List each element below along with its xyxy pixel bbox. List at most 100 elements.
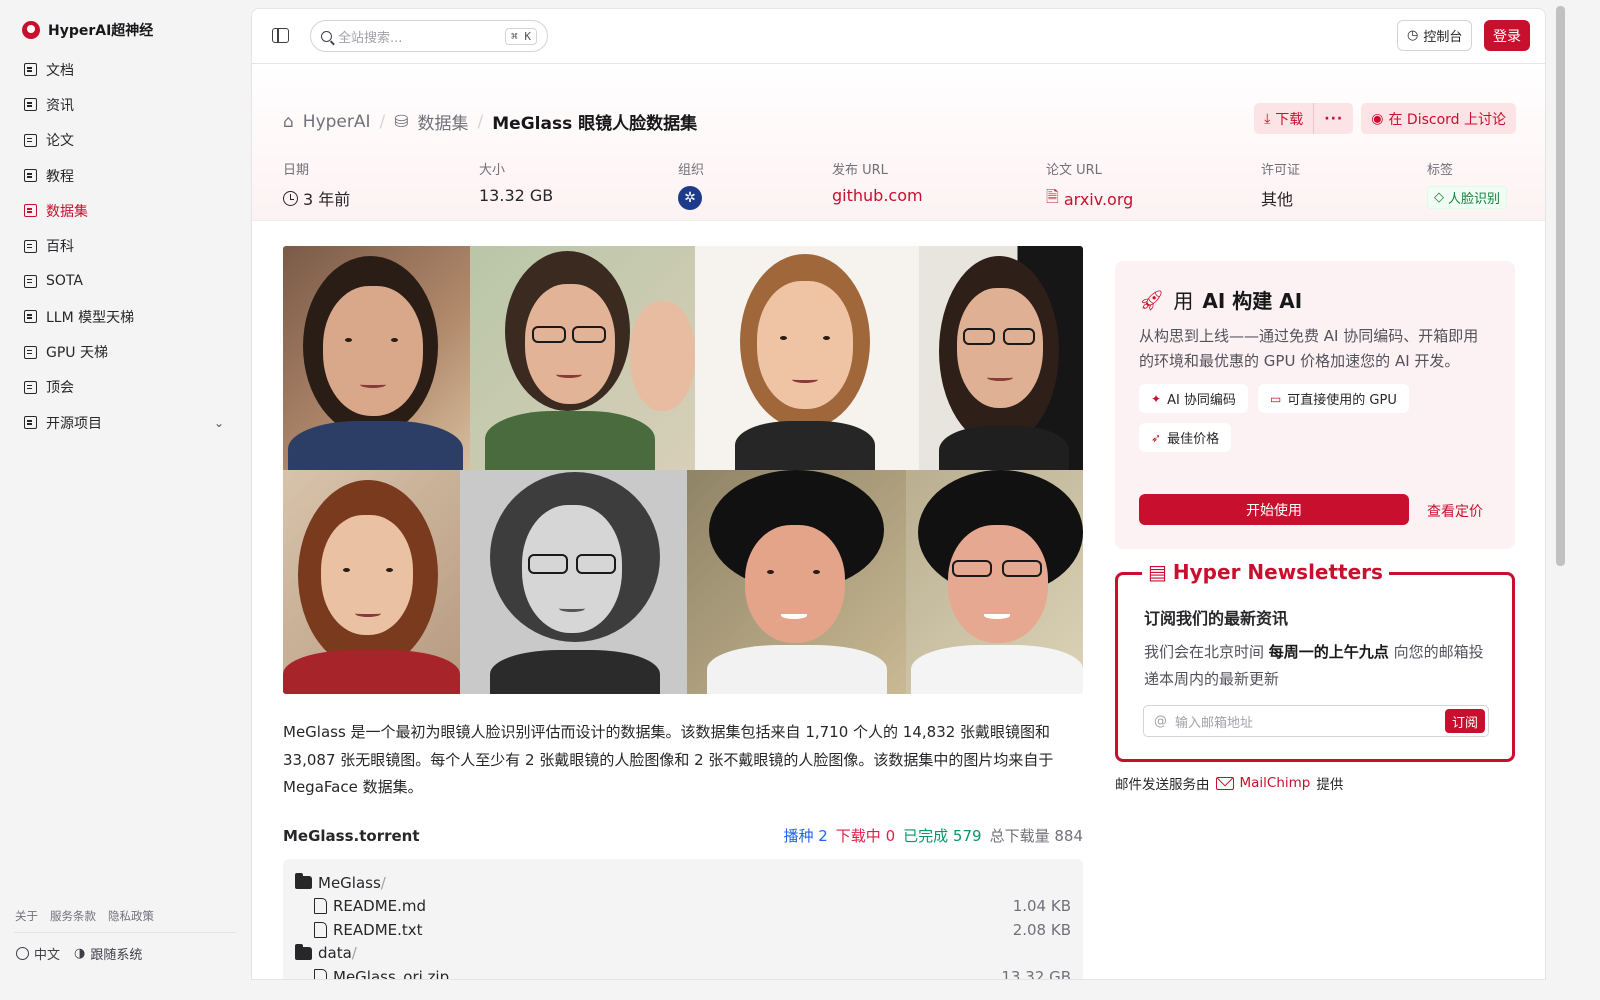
newsletter-title: ▤ Hyper Newsletters bbox=[1142, 560, 1389, 584]
pricing-link[interactable]: 查看定价 bbox=[1427, 501, 1483, 521]
home-icon: ⌂ bbox=[283, 111, 294, 132]
mailchimp-link[interactable]: MailChimp bbox=[1215, 775, 1311, 791]
clock-icon bbox=[283, 190, 298, 206]
subscribe-button[interactable]: 订阅 bbox=[1444, 709, 1485, 733]
meta-value: ◇ 人脸识别 bbox=[1427, 186, 1508, 209]
download-group: ⤓ 下载 ··· bbox=[1254, 103, 1354, 134]
org-logo-icon[interactable]: ✲ bbox=[678, 186, 702, 210]
meta-value: ✲ bbox=[678, 186, 704, 210]
sidebar-item-label: 文档 bbox=[46, 62, 74, 79]
total-count: 884 bbox=[1054, 827, 1083, 845]
footer-link[interactable]: 服务条款 bbox=[50, 908, 96, 924]
size-value: 13.32 GB bbox=[479, 186, 554, 205]
face-photo bbox=[283, 470, 460, 694]
sidebar-item[interactable]: LLM 模型天梯 bbox=[14, 299, 236, 334]
sidebar-item-label: 论文 bbox=[46, 133, 74, 150]
download-button[interactable]: ⤓ 下载 bbox=[1254, 103, 1314, 134]
list-icon bbox=[24, 416, 37, 430]
sidebar-item-label: 顶会 bbox=[46, 380, 74, 397]
downloading-stat: 下载中 0 bbox=[836, 825, 895, 846]
mailchimp-label: MailChimp bbox=[1239, 775, 1311, 791]
language-switch[interactable]: 中文 bbox=[16, 944, 60, 963]
more-button[interactable]: ··· bbox=[1313, 103, 1354, 134]
brand[interactable]: HyperAI超神经 bbox=[22, 20, 153, 40]
promo-card: 🚀︎ 用 AI 构建 AI 从构思到上线——通过免费 AI 协同编码、开箱即用的… bbox=[1115, 261, 1515, 549]
newsletter-icon: ▤ bbox=[1148, 560, 1167, 584]
search-shortcut: ⌘ K bbox=[505, 27, 537, 45]
sidebar-toggle-icon[interactable] bbox=[272, 28, 289, 43]
theme-label: 跟随系统 bbox=[90, 948, 143, 963]
footer-settings: 中文 ◑ 跟随系统 bbox=[16, 944, 142, 963]
file-name: README.txt bbox=[333, 921, 423, 939]
face-photo bbox=[460, 470, 687, 694]
theme-icon: ◑ bbox=[74, 946, 86, 961]
search-icon bbox=[321, 30, 332, 42]
paper-url-link[interactable]: 🗎 arxiv.org bbox=[1046, 186, 1133, 213]
search-box[interactable]: 全站搜索... ⌘ K bbox=[310, 20, 548, 52]
footer-link[interactable]: 隐私政策 bbox=[108, 908, 154, 924]
start-button[interactable]: 开始使用 bbox=[1139, 494, 1409, 525]
file-row[interactable]: README.md 1.04 KB bbox=[295, 895, 1071, 919]
at-icon: @ bbox=[1154, 713, 1167, 729]
sidebar-item[interactable]: 论文 bbox=[14, 123, 236, 158]
theme-switch[interactable]: ◑ 跟随系统 bbox=[74, 944, 142, 963]
mail-icon bbox=[1215, 776, 1234, 790]
scrollbar[interactable] bbox=[1553, 0, 1568, 980]
face-photo bbox=[906, 470, 1083, 694]
sidebar-item[interactable]: 开源项目 ⌄ bbox=[14, 405, 236, 440]
folder-row[interactable]: MeGlass/ bbox=[295, 871, 1071, 895]
email-field[interactable]: @ 输入邮箱地址 订阅 bbox=[1143, 705, 1489, 737]
sidebar-item[interactable]: 教程 bbox=[14, 158, 236, 193]
login-button[interactable]: 登录 bbox=[1484, 20, 1530, 51]
bar-chart-icon bbox=[24, 274, 37, 288]
newsletter-text-before: 我们会在北京时间 bbox=[1144, 643, 1265, 661]
release-url-link[interactable]: github.com bbox=[832, 186, 923, 205]
sidebar-item[interactable]: 顶会 bbox=[14, 370, 236, 405]
folder-icon bbox=[295, 873, 312, 890]
scrollbar-thumb[interactable] bbox=[1556, 6, 1565, 566]
sidebar-item[interactable]: 文档 bbox=[14, 52, 236, 87]
file-row[interactable]: README.txt 2.08 KB bbox=[295, 918, 1071, 942]
folder-row[interactable]: data/ bbox=[295, 942, 1071, 966]
torrent-stats: 播种 2 下载中 0 已完成 579 总下载量 884 bbox=[783, 825, 1083, 846]
tag-label: 人脸识别 bbox=[1448, 192, 1501, 207]
discord-icon: ◉ bbox=[1371, 110, 1384, 127]
breadcrumb-home[interactable]: HyperAI bbox=[303, 112, 371, 132]
tag-badge[interactable]: ◇ 人脸识别 bbox=[1427, 186, 1508, 209]
sidebar-item-label: LLM 模型天梯 bbox=[46, 309, 135, 326]
sidebar-item[interactable]: SOTA bbox=[14, 264, 236, 299]
console-button[interactable]: ◷ 控制台 bbox=[1397, 20, 1473, 51]
breadcrumb-section[interactable]: 数据集 bbox=[418, 109, 469, 134]
console-label: 控制台 bbox=[1423, 30, 1463, 45]
rocket-icon: 🚀︎ bbox=[1139, 287, 1165, 312]
meta-date: 日期 3 年前 bbox=[283, 159, 350, 210]
dashboard-icon: ◷ bbox=[1407, 28, 1419, 43]
chevron-down-icon[interactable]: ⌄ bbox=[214, 416, 224, 430]
feature-chip: ✦ AI 协同编码 bbox=[1139, 384, 1248, 413]
face-photo bbox=[919, 246, 1083, 470]
sidebar-item[interactable]: 数据集 bbox=[14, 193, 236, 228]
face-photo bbox=[687, 470, 906, 694]
footer-link[interactable]: 关于 bbox=[15, 908, 38, 924]
file-icon bbox=[314, 921, 327, 938]
feature-chips: ✦ AI 协同编码 ▭ 可直接使用的 GPU ➶ 最佳价格 bbox=[1139, 384, 1469, 452]
file-name: README.md bbox=[333, 897, 426, 915]
total-label: 总下载量 bbox=[989, 827, 1050, 845]
sidebar-item[interactable]: 百科 bbox=[14, 228, 236, 263]
news-icon bbox=[24, 98, 37, 112]
sidebar-item[interactable]: GPU 天梯 bbox=[14, 334, 236, 369]
dataset-preview-image bbox=[283, 246, 1083, 694]
mail-service-before: 邮件发送服务由 bbox=[1115, 777, 1210, 793]
meta-org: 组织 ✲ bbox=[678, 159, 704, 210]
meta-paper-url: 论文 URL 🗎 arxiv.org bbox=[1046, 159, 1133, 213]
header-actions: ⤓ 下载 ··· ◉ 在 Discord 上讨论 bbox=[1254, 103, 1516, 134]
sidebar-item[interactable]: 资讯 bbox=[14, 87, 236, 122]
chip-label: AI 协同编码 bbox=[1167, 393, 1236, 408]
sidebar-item-label: 数据集 bbox=[46, 203, 88, 220]
downloading-count: 0 bbox=[885, 827, 896, 845]
file-name: MeGlass_ori.zip bbox=[333, 968, 449, 979]
discord-button[interactable]: ◉ 在 Discord 上讨论 bbox=[1361, 103, 1516, 134]
sidebar-item-label: GPU 天梯 bbox=[46, 345, 108, 362]
file-row[interactable]: MeGlass_ori.zip 13.32 GB bbox=[295, 965, 1071, 979]
promo-text: 从构思到上线——通过免费 AI 协同编码、开箱即用的环境和最优惠的 GPU 价格… bbox=[1139, 327, 1479, 370]
